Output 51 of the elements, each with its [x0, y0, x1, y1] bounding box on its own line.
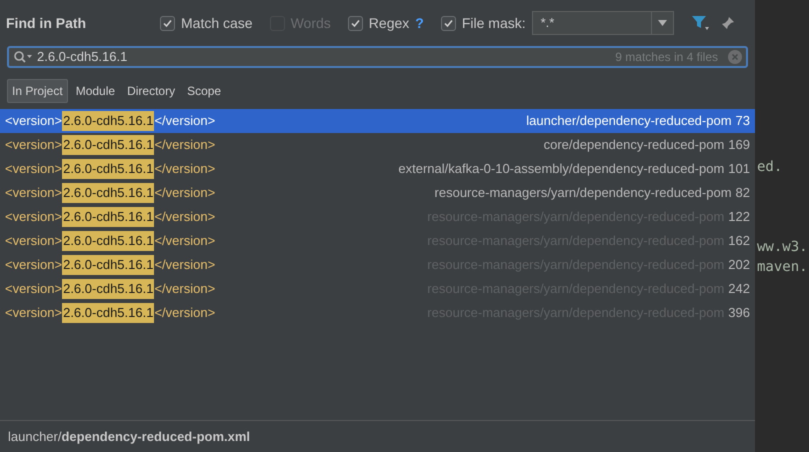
- code-fragment: ed.: [757, 159, 782, 175]
- file-path: resource-managers/yarn/dependency-reduced-pom: [434, 184, 732, 202]
- result-text: <version>2.6.0-cdh5.16.1</version>: [5, 183, 216, 203]
- line-number: 82: [736, 184, 750, 202]
- result-text: <version>2.6.0-cdh5.16.1</version>: [5, 159, 216, 179]
- result-row[interactable]: <version>2.6.0-cdh5.16.1</version> resource-managers/yarn/dependency-reduced-pom 82: [0, 181, 755, 205]
- file-path: launcher/dependency-reduced-pom: [526, 112, 732, 130]
- checkbox[interactable]: [160, 16, 175, 30]
- filter-icon[interactable]: [691, 15, 709, 31]
- checkbox[interactable]: [348, 16, 363, 30]
- result-text: <version>2.6.0-cdh5.16.1</version>: [5, 135, 216, 155]
- code-fragment: ww.w3.: [757, 239, 808, 255]
- result-row[interactable]: <version>2.6.0-cdh5.16.1</version> external/kafka-0-10-assembly/dependency-reduced-pom 101: [0, 157, 755, 181]
- code-fragment: maven.: [757, 259, 808, 275]
- scope-tab[interactable]: Directory: [123, 79, 180, 103]
- result-row[interactable]: <version>2.6.0-cdh5.16.1</version> launcher/dependency-reduced-pom 73: [0, 109, 755, 133]
- file-path: core/dependency-reduced-pom: [544, 136, 724, 154]
- line-number: 169: [728, 136, 750, 154]
- result-text: <version>2.6.0-cdh5.16.1</version>: [5, 279, 216, 299]
- line-number: 162: [728, 232, 750, 250]
- checkmark-icon: [162, 18, 173, 28]
- file-mask-dropdown[interactable]: *.*: [532, 11, 674, 35]
- result-text: <version>2.6.0-cdh5.16.1</version>: [5, 111, 216, 131]
- result-row[interactable]: <version>2.6.0-cdh5.16.1</version> core/dependency-reduced-pom 169: [0, 133, 755, 157]
- line-number: 202: [728, 256, 750, 274]
- line-number: 122: [728, 208, 750, 226]
- file-path: external/kafka-0-10-assembly/dependency-reduced-pom: [398, 160, 724, 178]
- line-number: 396: [728, 304, 750, 322]
- line-number: 101: [728, 160, 750, 178]
- checkmark-icon: [442, 18, 454, 28]
- checkmark-icon: [350, 18, 361, 28]
- option-label: Match case: [181, 14, 253, 32]
- checkbox[interactable]: [440, 16, 456, 30]
- result-text: <version>2.6.0-cdh5.16.1</version>: [5, 255, 216, 275]
- file-preview-path: launcher/dependency-reduced-pom.xml: [8, 428, 250, 446]
- help-link[interactable]: ?: [415, 12, 424, 34]
- line-number: 242: [728, 280, 750, 298]
- scope-tab[interactable]: Scope: [183, 79, 226, 103]
- scope-tab[interactable]: Module: [72, 79, 120, 103]
- search-value: 2.6.0-cdh5.16.1: [37, 48, 128, 66]
- result-text: <version>2.6.0-cdh5.16.1</version>: [5, 207, 216, 227]
- option-label: File mask:: [462, 14, 526, 32]
- search-icon: [13, 50, 33, 64]
- line-number: 73: [736, 112, 750, 130]
- result-text: <version>2.6.0-cdh5.16.1</version>: [5, 231, 216, 251]
- result-text: <version>2.6.0-cdh5.16.1</version>: [5, 303, 216, 323]
- scope-tab[interactable]: In Project: [7, 79, 68, 103]
- option-label: Regex: [368, 14, 410, 33]
- pin-icon[interactable]: [721, 16, 735, 30]
- dialog-title: Find in Path: [6, 14, 88, 32]
- caret-icon: [658, 20, 667, 26]
